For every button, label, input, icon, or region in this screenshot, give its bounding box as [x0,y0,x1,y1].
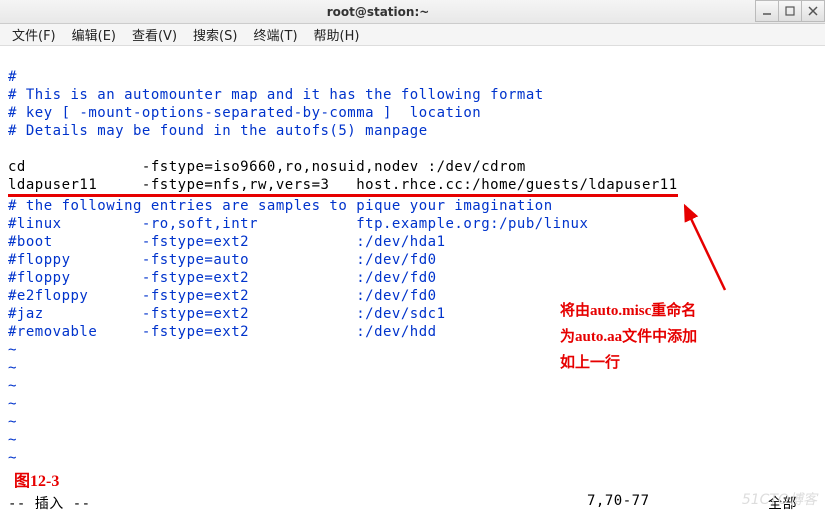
file-line: #floppy -fstype=auto :/dev/fd0 [8,252,437,268]
file-line: # This is an automounter map and it has … [8,87,544,103]
maximize-button[interactable] [778,0,802,22]
vim-tilde: ~ [8,432,17,448]
file-line: cd -fstype=iso9660,ro,nosuid,nodev :/dev… [8,159,526,175]
menu-file[interactable]: 文件(F) [6,23,62,46]
vim-tilde: ~ [8,360,17,376]
vim-cursor-pos: 7,70-77 [587,493,737,513]
file-line: #jaz -fstype=ext2 :/dev/sdc1 [8,306,446,322]
vim-mode: -- 插入 -- [8,493,587,513]
menu-edit[interactable]: 编辑(E) [66,23,122,46]
file-line: # key [ -mount-options-separated-by-comm… [8,105,481,121]
close-icon [808,6,818,16]
menubar: 文件(F) 编辑(E) 查看(V) 搜索(S) 终端(T) 帮助(H) [0,24,825,46]
menu-terminal[interactable]: 终端(T) [247,23,303,46]
terminal-area[interactable]: # # This is an automounter map and it ha… [0,46,825,517]
file-line: #linux -ro,soft,intr ftp.example.org:/pu… [8,216,588,232]
file-line: #e2floppy -fstype=ext2 :/dev/fd0 [8,288,437,304]
file-line: # the following entries are samples to p… [8,198,553,214]
figure-label: 图12-3 [14,467,59,491]
minimize-button[interactable] [755,0,779,22]
vim-tilde: ~ [8,450,17,466]
vim-status-bar: -- 插入 -- 7,70-77 全部 [8,493,817,513]
window-titlebar: root@station:~ [0,0,825,24]
file-line: #removable -fstype=ext2 :/dev/hdd [8,324,437,340]
menu-search[interactable]: 搜索(S) [187,23,243,46]
window-title: root@station:~ [0,5,756,19]
watermark: 51CTO博客 [742,489,817,509]
close-button[interactable] [801,0,825,22]
menu-view[interactable]: 查看(V) [126,23,183,46]
annotation-line: 如上一行 [560,350,697,376]
file-line-highlighted: ldapuser11 -fstype=nfs,rw,vers=3 host.rh… [8,176,678,197]
file-line: # [8,69,17,85]
file-line: # Details may be found in the autofs(5) … [8,123,428,139]
maximize-icon [785,6,795,16]
annotation-text: 将由auto.misc重命名 为auto.aa文件中添加 如上一行 [560,298,697,376]
vim-tilde: ~ [8,396,17,412]
file-line: #floppy -fstype=ext2 :/dev/fd0 [8,270,437,286]
annotation-line: 为auto.aa文件中添加 [560,324,697,350]
annotation-line: 将由auto.misc重命名 [560,298,697,324]
menu-help[interactable]: 帮助(H) [308,23,366,46]
vim-tilde: ~ [8,378,17,394]
file-line: #boot -fstype=ext2 :/dev/hda1 [8,234,446,250]
minimize-icon [762,6,772,16]
vim-tilde: ~ [8,414,17,430]
window-controls [756,0,825,23]
vim-tilde: ~ [8,342,17,358]
